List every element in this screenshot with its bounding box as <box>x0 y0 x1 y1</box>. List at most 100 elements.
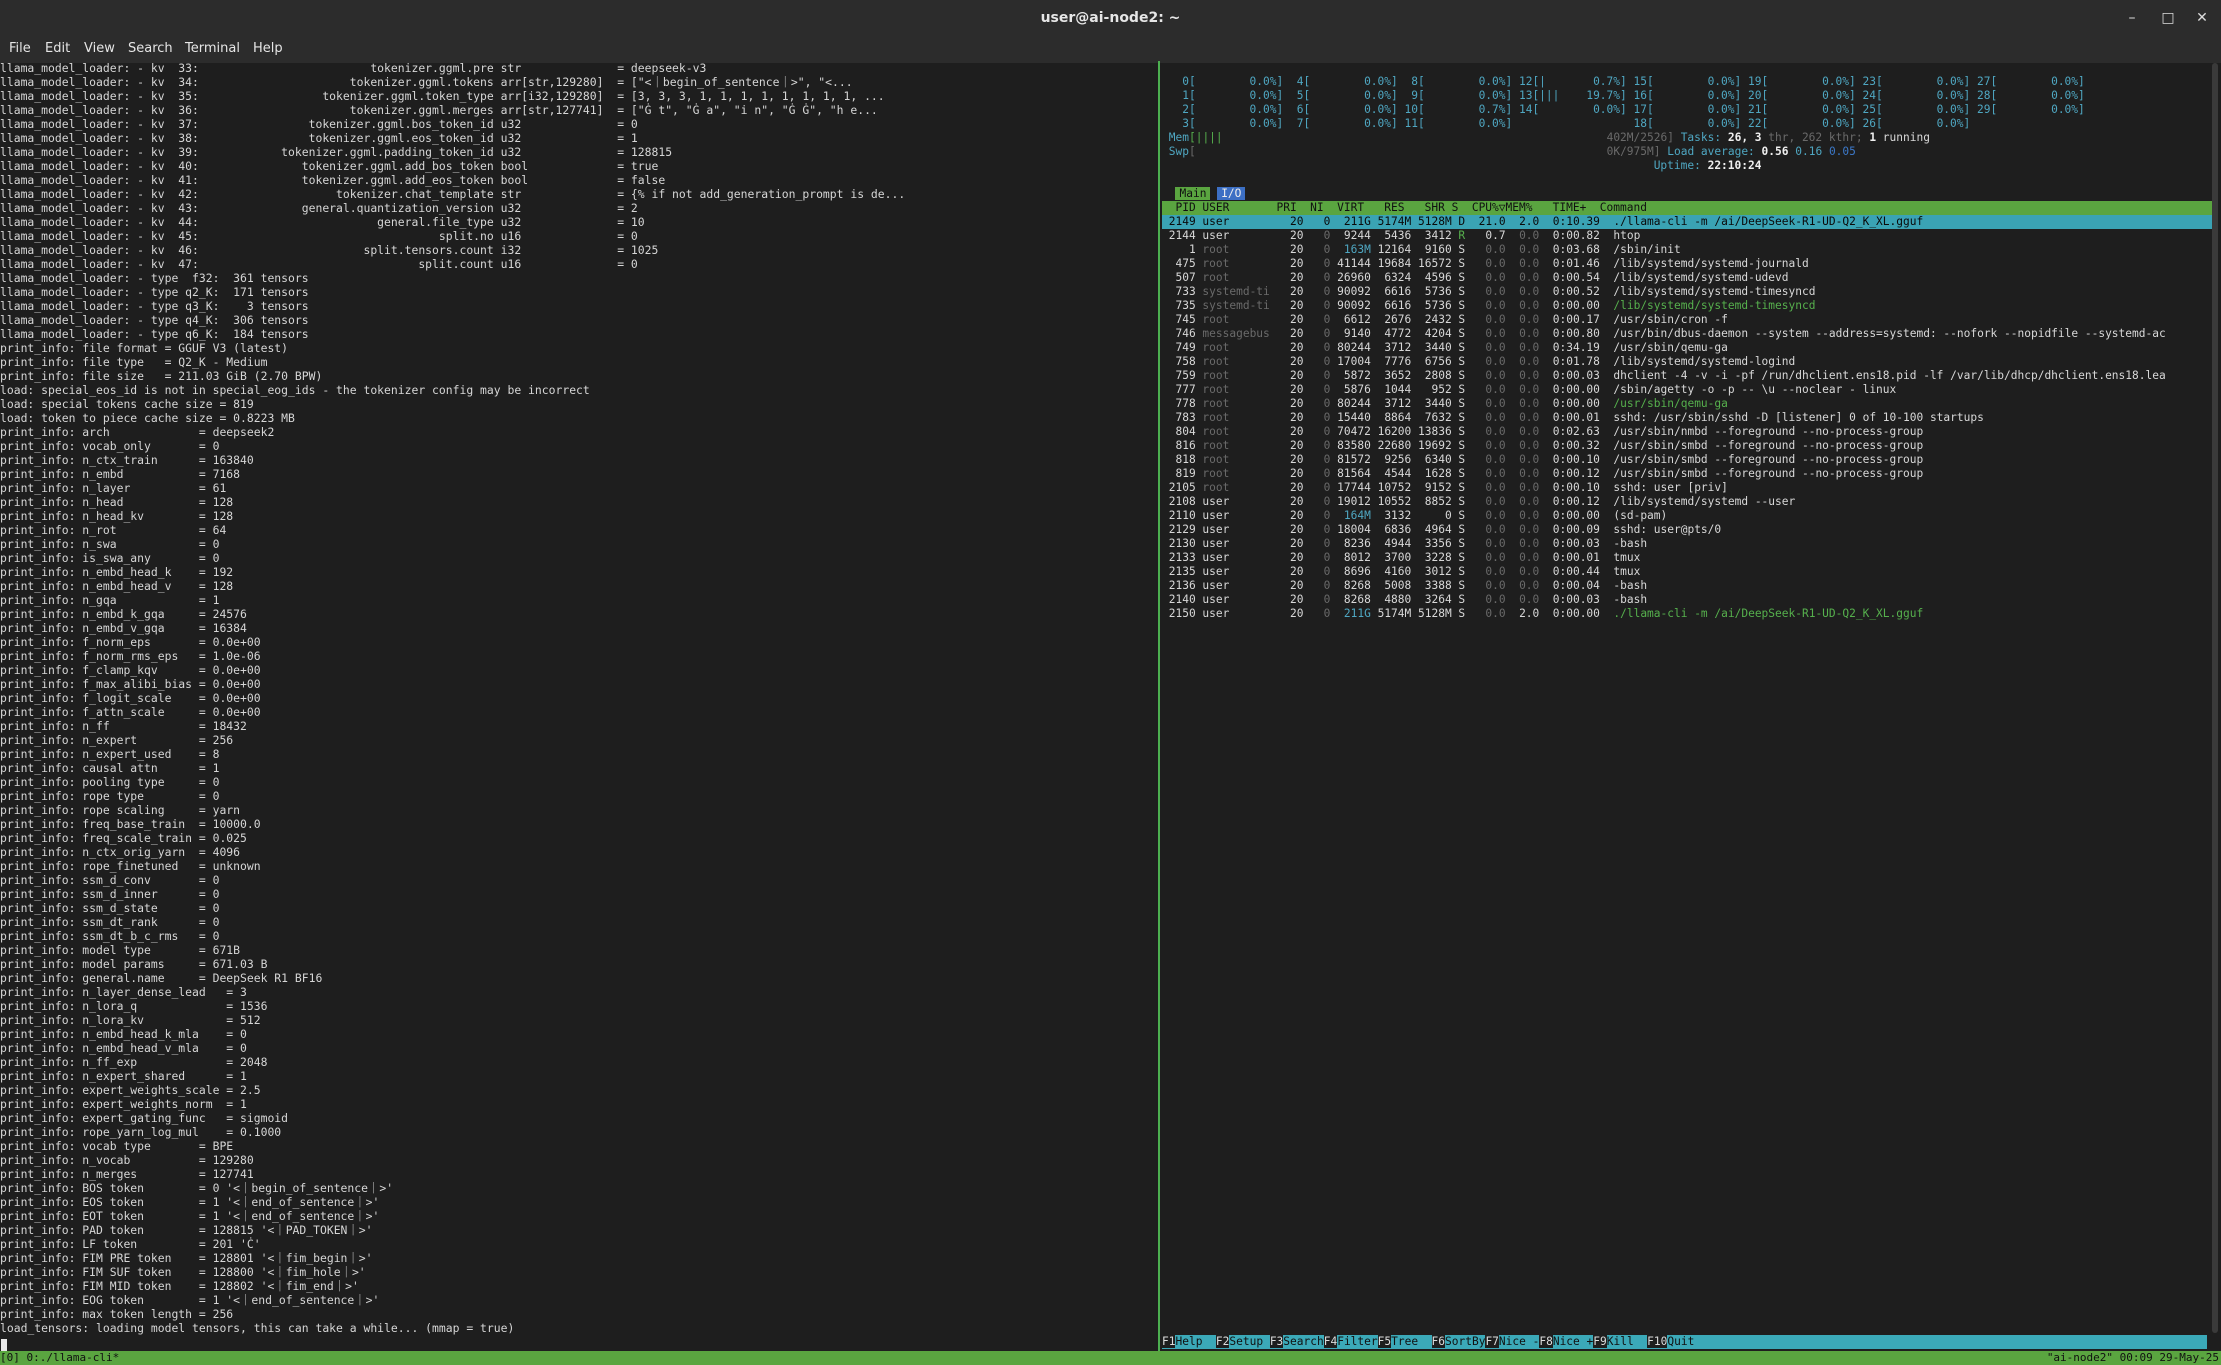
process-row[interactable]: 778 root 20 0 80244 3712 3440 S 0.0 0.0 … <box>1162 397 2212 411</box>
process-pri: 20 <box>1276 299 1304 312</box>
process-row[interactable]: 749 root 20 0 80244 3712 3440 S 0.0 0.0 … <box>1162 341 2212 355</box>
log-line: llama_model_loader: - kv 45: split.no u1… <box>0 229 638 243</box>
tab-io[interactable]: I/O <box>1217 187 1246 200</box>
process-row[interactable]: 758 root 20 0 17004 7776 6756 S 0.0 0.0 … <box>1162 355 2212 369</box>
process-row[interactable]: 745 root 20 0 6612 2676 2432 S 0.0 0.0 0… <box>1162 313 2212 327</box>
process-mem: 0.0 <box>1505 369 1540 382</box>
process-cpu: 0.0 <box>1465 397 1506 410</box>
log-line: llama_model_loader: - type q4_K: 306 ten… <box>0 313 309 327</box>
process-pri: 20 <box>1276 215 1304 228</box>
llama-cli-pane[interactable]: llama_model_loader: - kv 33: tokenizer.g… <box>0 61 1158 1358</box>
process-user: root <box>1202 313 1277 326</box>
process-table-header[interactable]: PID USER PRI NI VIRT RES SHR S CPU%▽MEM%… <box>1162 201 2212 215</box>
process-row[interactable]: 2140 user 20 0 8268 4880 3264 S 0.0 0.0 … <box>1162 593 2212 607</box>
menu-help[interactable]: Help <box>253 41 283 56</box>
tab-main[interactable]: Main <box>1175 187 1211 200</box>
process-pri: 20 <box>1276 495 1304 508</box>
process-mem: 2.0 <box>1505 607 1540 620</box>
process-row[interactable]: 2108 user 20 0 19012 10552 8852 S 0.0 0.… <box>1162 495 2212 509</box>
process-shr: 4596 <box>1411 271 1452 284</box>
process-row[interactable]: 475 root 20 0 41144 19684 16572 S 0.0 0.… <box>1162 257 2212 271</box>
process-s: S <box>1451 411 1466 424</box>
process-virt: 81572 <box>1330 453 1371 466</box>
fkey-f5[interactable]: F5 <box>1377 1335 1392 1348</box>
process-row[interactable]: 1 root 20 0 163M 12164 9160 S 0.0 0.0 0:… <box>1162 243 2212 257</box>
tmux-window-list[interactable]: [0] 0:./llama-cli* <box>0 1351 119 1364</box>
fkey-f8[interactable]: F8 <box>1539 1335 1553 1348</box>
fkey-f10[interactable]: F10 <box>1647 1335 1668 1348</box>
fkey-f3[interactable]: F3 <box>1269 1335 1284 1348</box>
process-shr: 7632 <box>1411 411 1452 424</box>
process-s: S <box>1451 523 1466 536</box>
log-line: llama_model_loader: - kv 39: tokenizer.g… <box>0 145 673 159</box>
process-mem: 0.0 <box>1505 327 1540 340</box>
process-res: 6616 <box>1370 299 1412 312</box>
process-cmd: /lib/systemd/systemd-logind <box>1606 355 1796 368</box>
process-row[interactable]: 818 root 20 0 81572 9256 6340 S 0.0 0.0 … <box>1162 453 2212 467</box>
process-shr: 3412 <box>1411 229 1452 242</box>
process-row[interactable]: 507 root 20 0 26960 6324 4596 S 0.0 0.0 … <box>1162 271 2212 285</box>
process-row[interactable]: 2129 user 20 0 18004 6836 4964 S 0.0 0.0… <box>1162 523 2212 537</box>
menu-file[interactable]: File <box>9 41 31 56</box>
fkey-label: SortBy <box>1445 1335 1486 1348</box>
process-mem: 0.0 <box>1505 243 1540 256</box>
maximize-icon[interactable]: □ <box>2157 7 2179 29</box>
log-line: print_info: n_vocab = 129280 <box>0 1153 254 1167</box>
process-ni: 0 <box>1303 327 1331 340</box>
log-line: print_info: pooling type = 0 <box>0 775 220 789</box>
close-icon[interactable]: ✕ <box>2191 7 2213 29</box>
fkey-f9[interactable]: F9 <box>1593 1335 1607 1348</box>
process-row[interactable]: 746 messagebus 20 0 9140 4772 4204 S 0.0… <box>1162 327 2212 341</box>
fkey-f7[interactable]: F7 <box>1485 1335 1499 1348</box>
process-res: 5008 <box>1370 579 1412 592</box>
fkey-f2[interactable]: F2 <box>1215 1335 1230 1348</box>
process-pri: 20 <box>1276 439 1304 452</box>
process-user: user <box>1202 509 1277 522</box>
log-line: print_info: n_ctx_orig_yarn = 4096 <box>0 845 241 859</box>
process-row[interactable]: 733 systemd-ti 20 0 90092 6616 5736 S 0.… <box>1162 285 2212 299</box>
fkey-f6[interactable]: F6 <box>1431 1335 1446 1348</box>
process-row[interactable]: 2105 root 20 0 17744 10752 9152 S 0.0 0.… <box>1162 481 2212 495</box>
scrollbar[interactable] <box>2212 63 2218 1333</box>
process-mem: 0.0 <box>1505 453 1540 466</box>
menu-terminal[interactable]: Terminal <box>185 41 240 56</box>
process-row[interactable]: 2135 user 20 0 8696 4160 3012 S 0.0 0.0 … <box>1162 565 2212 579</box>
fkey-f4[interactable]: F4 <box>1323 1335 1338 1348</box>
pane-divider[interactable] <box>1158 61 1160 1358</box>
process-cmd: /usr/sbin/smbd --foreground --no-process… <box>1606 453 1924 466</box>
process-row[interactable]: 777 root 20 0 5876 1044 952 S 0.0 0.0 0:… <box>1162 383 2212 397</box>
process-cmd: /usr/sbin/smbd --foreground --no-process… <box>1606 467 1924 480</box>
fkey-label: Kill <box>1606 1335 1648 1348</box>
process-row[interactable]: 804 root 20 0 70472 16200 13836 S 0.0 0.… <box>1162 425 2212 439</box>
menu-view[interactable]: View <box>84 41 115 56</box>
process-mem: 0.0 <box>1505 383 1540 396</box>
process-row[interactable]: 2150 user 20 0 211G 5174M 5128M S 0.0 2.… <box>1162 607 2212 621</box>
process-cpu: 0.0 <box>1465 425 1506 438</box>
log-line: llama_model_loader: - kv 46: split.tenso… <box>0 243 659 257</box>
process-row[interactable]: 2130 user 20 0 8236 4944 3356 S 0.0 0.0 … <box>1162 537 2212 551</box>
process-row[interactable]: 2136 user 20 0 8268 5008 3388 S 0.0 0.0 … <box>1162 579 2212 593</box>
process-res: 2676 <box>1370 313 1412 326</box>
process-row[interactable]: 2110 user 20 0 164M 3132 0 S 0.0 0.0 0:0… <box>1162 509 2212 523</box>
process-pid: 2140 <box>1162 593 1203 606</box>
process-row[interactable]: 2144 user 20 0 9244 5436 3412 R 0.7 0.0 … <box>1162 229 2212 243</box>
process-ni: 0 <box>1303 565 1331 578</box>
process-res: 3712 <box>1370 341 1412 354</box>
process-shr: 19692 <box>1411 439 1452 452</box>
process-row[interactable]: 2149 user 20 0 211G 5174M 5128M D 21.0 2… <box>1162 215 2212 229</box>
process-row[interactable]: 2133 user 20 0 8012 3700 3228 S 0.0 0.0 … <box>1162 551 2212 565</box>
process-row[interactable]: 759 root 20 0 5872 3652 2808 S 0.0 0.0 0… <box>1162 369 2212 383</box>
process-row[interactable]: 735 systemd-ti 20 0 90092 6616 5736 S 0.… <box>1162 299 2212 313</box>
process-ni: 0 <box>1303 299 1331 312</box>
process-s: S <box>1451 425 1466 438</box>
fkey-f1[interactable]: F1 <box>1162 1335 1176 1348</box>
log-line: llama_model_loader: - type q3_K: 3 tenso… <box>0 299 309 313</box>
minimize-icon[interactable]: – <box>2121 7 2143 29</box>
htop-pane[interactable]: 0[ 0.0%] 4[ 0.0%] 8[ 0.0%] 12[| 0.7%] 15… <box>1162 61 2212 1358</box>
menu-search[interactable]: Search <box>128 41 173 56</box>
process-row[interactable]: 816 root 20 0 83580 22680 19692 S 0.0 0.… <box>1162 439 2212 453</box>
menu-edit[interactable]: Edit <box>45 41 70 56</box>
process-row[interactable]: 783 root 20 0 15440 8864 7632 S 0.0 0.0 … <box>1162 411 2212 425</box>
process-user: user <box>1202 579 1277 592</box>
process-row[interactable]: 819 root 20 0 81564 4544 1628 S 0.0 0.0 … <box>1162 467 2212 481</box>
